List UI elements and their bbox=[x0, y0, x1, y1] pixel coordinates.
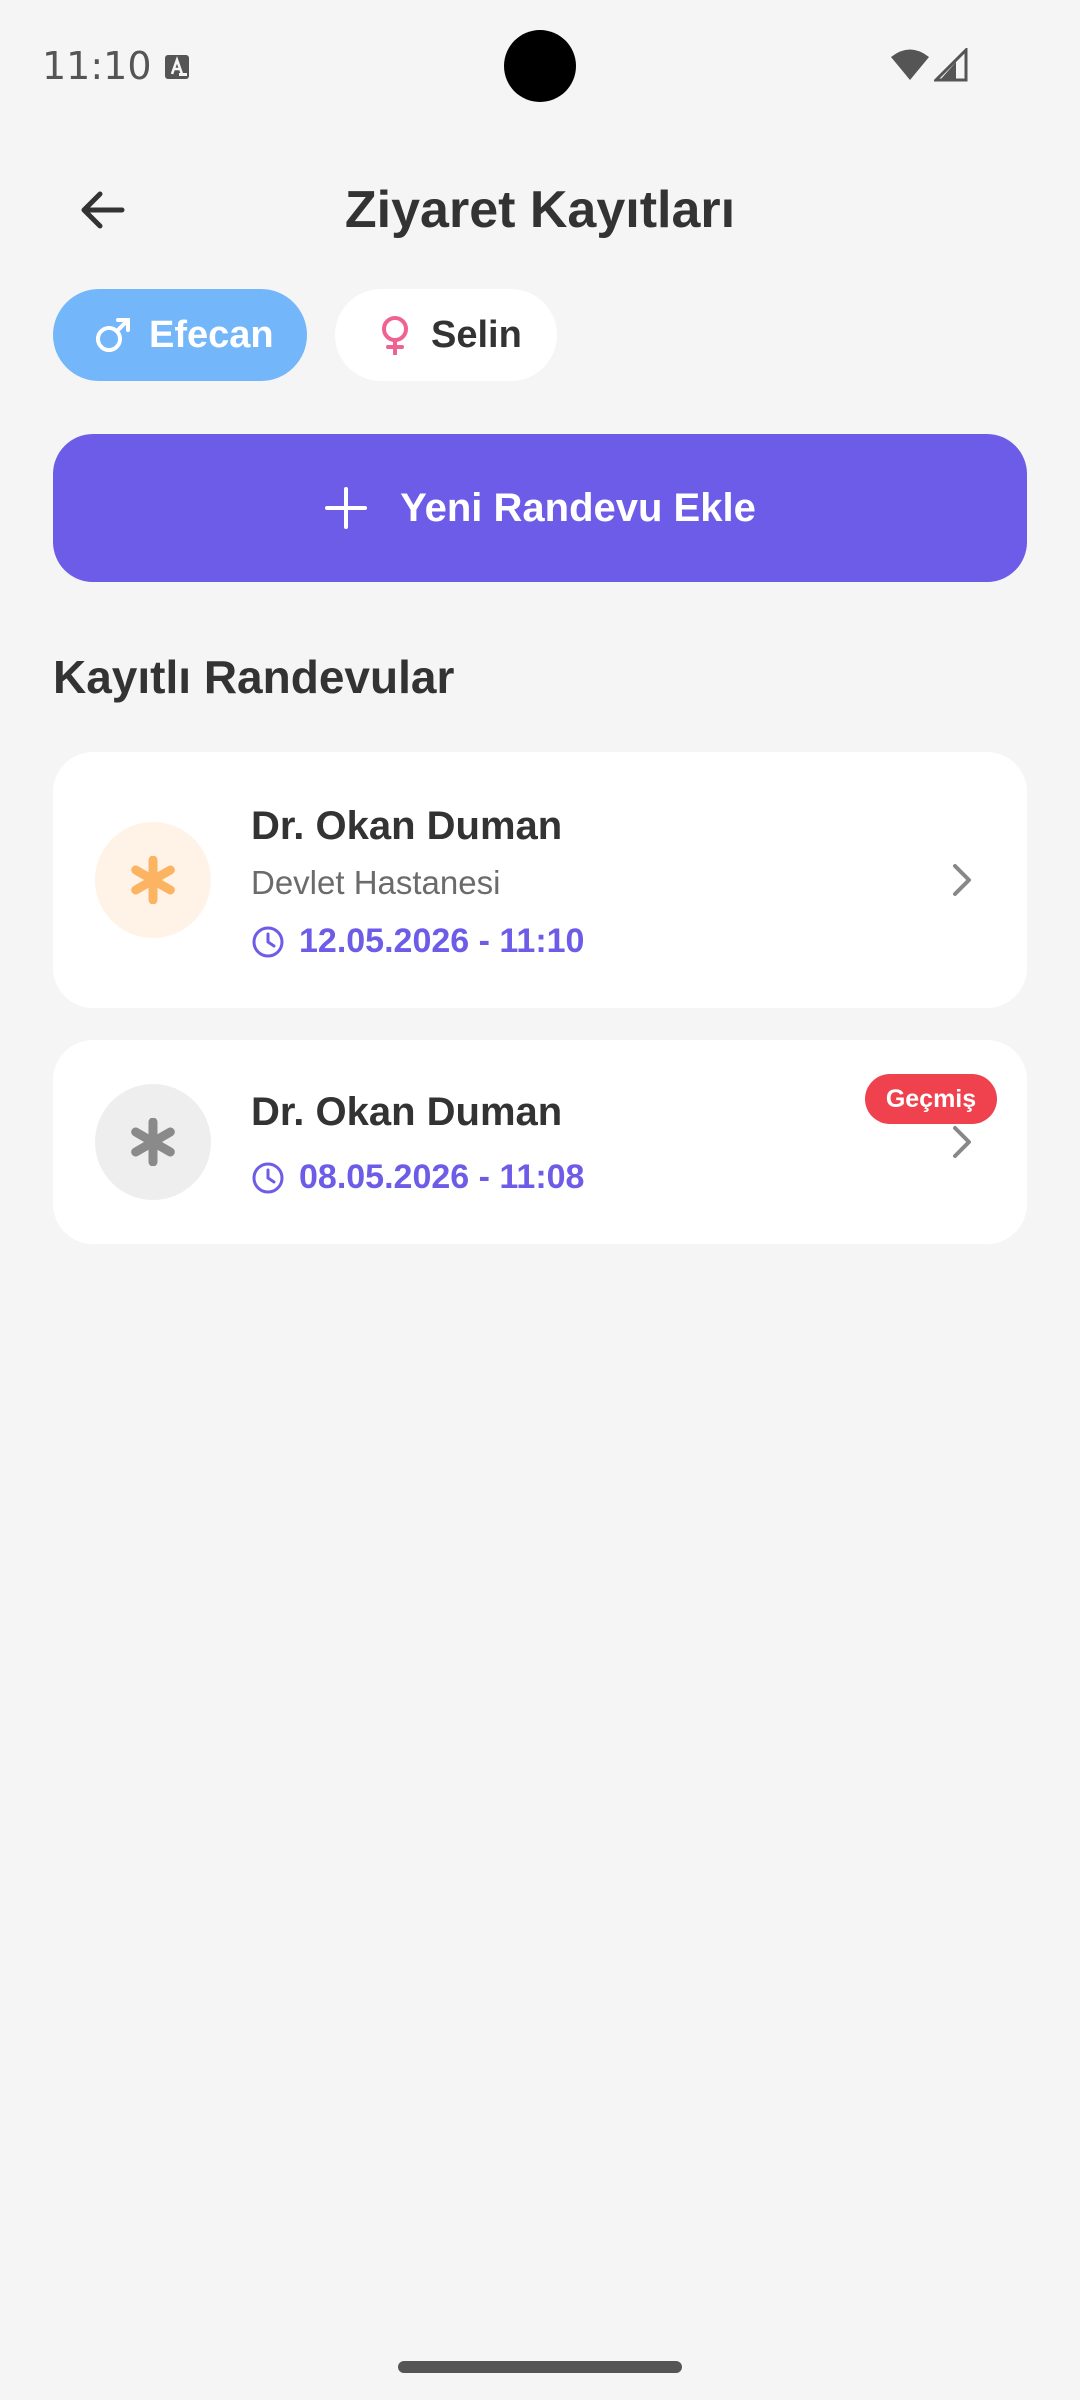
plus-icon bbox=[325, 487, 368, 529]
profile-selector: Efecan Selin bbox=[53, 289, 557, 381]
appointment-avatar bbox=[95, 822, 211, 938]
camera-cutout bbox=[504, 30, 576, 102]
asterisk-icon bbox=[131, 856, 175, 904]
doctor-name: Dr. Okan Duman bbox=[251, 804, 563, 848]
male-symbol-icon bbox=[96, 318, 130, 352]
add-appointment-label: Yeni Randevu Ekle bbox=[400, 485, 756, 530]
status-time: 11:10 bbox=[42, 44, 152, 88]
add-appointment-button[interactable]: Yeni Randevu Ekle bbox=[53, 434, 1027, 582]
keyboard-a-icon bbox=[165, 55, 189, 79]
wifi-icon bbox=[891, 49, 929, 80]
appointment-card[interactable]: Dr. Okan Duman Devlet Hastanesi 12.05.20… bbox=[53, 752, 1027, 1008]
hospital-name: Devlet Hastanesi bbox=[251, 864, 501, 901]
section-title: Kayıtlı Randevular bbox=[53, 651, 455, 703]
profile-chip-label: Selin bbox=[431, 313, 522, 356]
signal-icon bbox=[934, 48, 968, 82]
appointment-datetime-row: 08.05.2026 - 11:08 bbox=[251, 1158, 584, 1197]
page-title: Ziyaret Kayıtları bbox=[344, 181, 736, 239]
asterisk-icon bbox=[131, 1118, 175, 1166]
chevron-right-icon bbox=[953, 864, 971, 896]
app-header: Ziyaret Kayıtları bbox=[0, 160, 1080, 260]
appointment-avatar bbox=[95, 1084, 211, 1200]
profile-chip-efecan[interactable]: Efecan bbox=[53, 289, 307, 381]
doctor-name: Dr. Okan Duman bbox=[251, 1090, 563, 1134]
appointment-datetime-row: 12.05.2026 - 11:10 bbox=[251, 922, 584, 961]
profile-chip-selin[interactable]: Selin bbox=[335, 289, 557, 381]
clock-icon bbox=[252, 1162, 284, 1193]
female-symbol-icon bbox=[382, 316, 408, 355]
home-indicator[interactable] bbox=[398, 2361, 682, 2373]
appointment-datetime: 12.05.2026 - 11:10 bbox=[299, 922, 585, 960]
clock-icon bbox=[252, 926, 284, 957]
chevron-right-icon bbox=[953, 1126, 971, 1158]
back-button[interactable] bbox=[60, 180, 150, 240]
status-bar: 11:10 bbox=[0, 0, 1080, 130]
past-badge: Geçmiş bbox=[865, 1074, 997, 1124]
arrow-left-icon bbox=[81, 191, 125, 229]
appointment-card[interactable]: Dr. Okan Duman 08.05.2026 - 11:08 Geçmiş bbox=[53, 1040, 1027, 1244]
appointment-datetime: 08.05.2026 - 11:08 bbox=[299, 1158, 585, 1196]
profile-chip-label: Efecan bbox=[149, 313, 274, 356]
